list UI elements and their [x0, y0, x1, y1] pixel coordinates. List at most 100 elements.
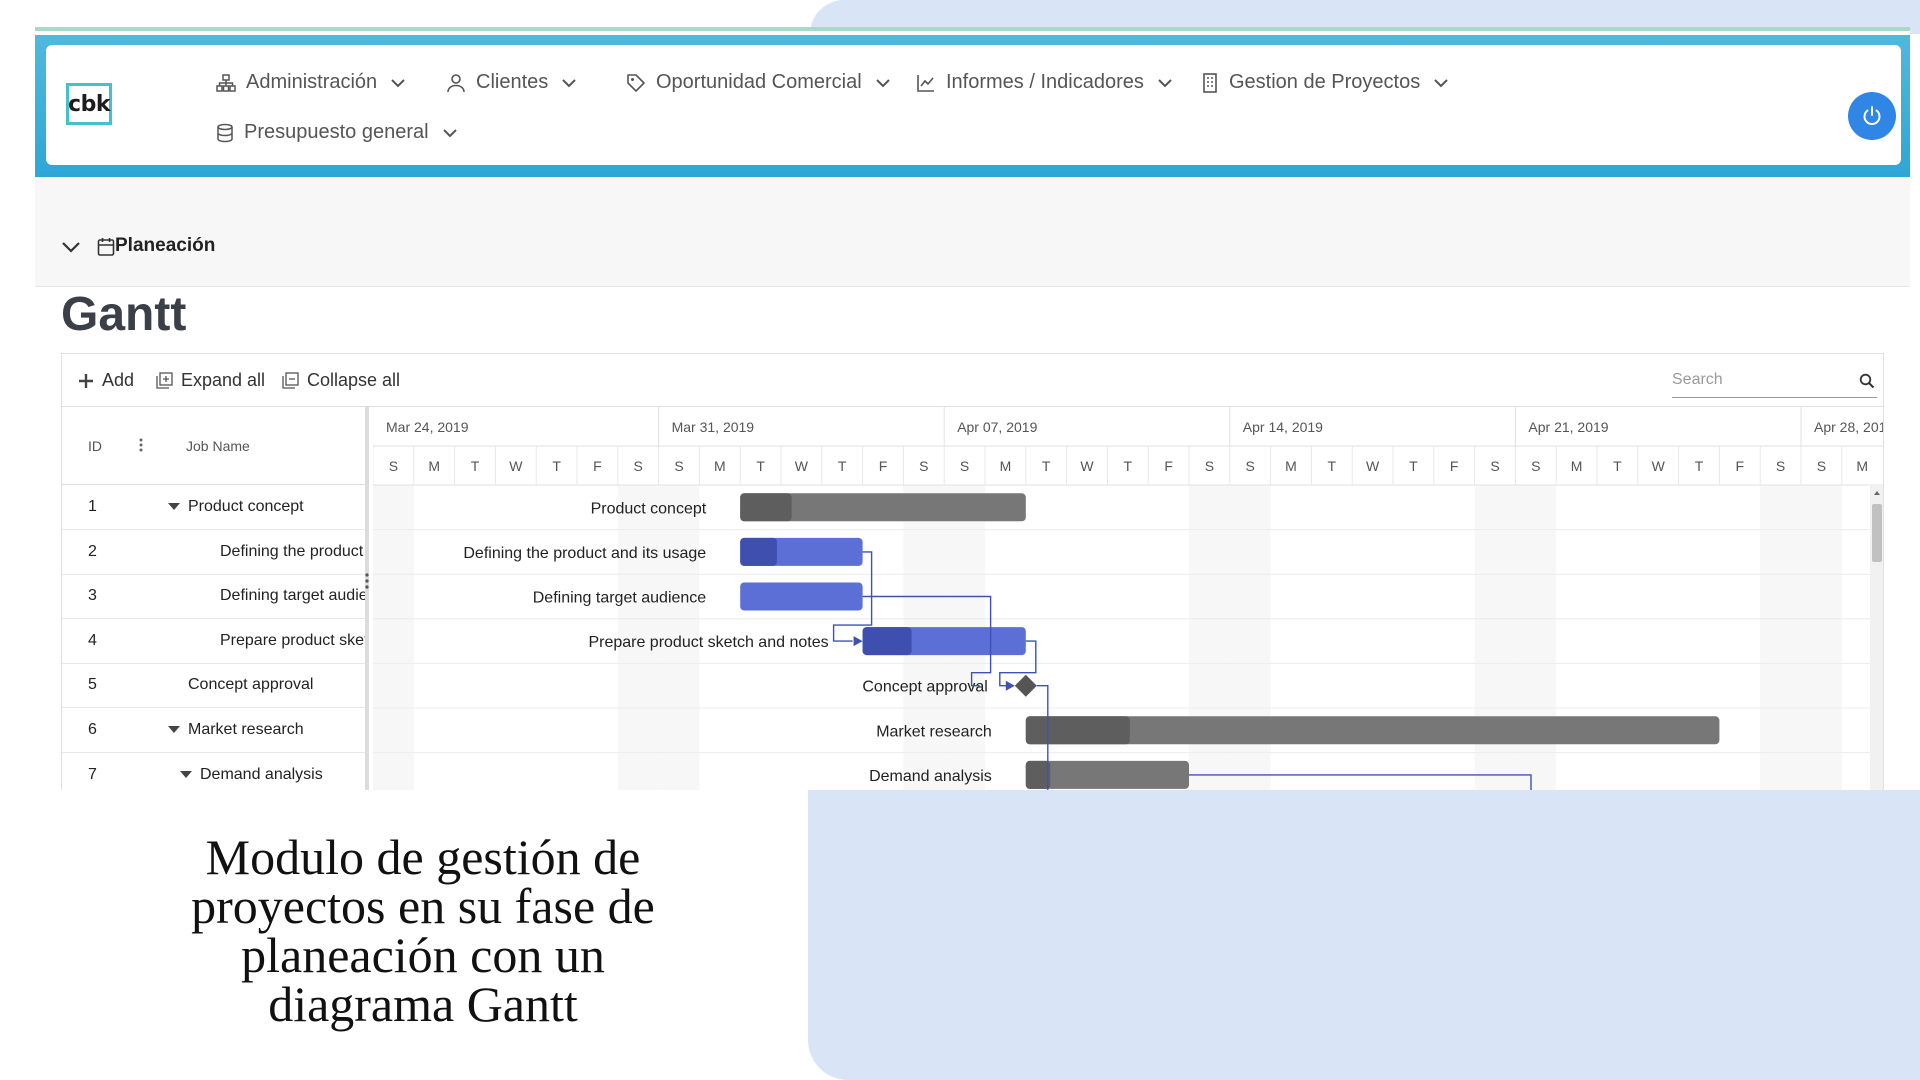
power-icon [1863, 106, 1881, 125]
splitter-handle-icon[interactable] [365, 572, 369, 590]
chevron-down-icon[interactable] [61, 240, 81, 254]
dependency-arrow [1005, 680, 1015, 691]
collapse-all-button[interactable]: Collapse all [282, 370, 400, 391]
nav-card: cbk Administración Clientes Oportunidad … [46, 45, 1901, 165]
day-label: S [389, 458, 398, 474]
row-job-name: Market research [188, 721, 304, 738]
gantt-component: Add Expand all Collapse all ID [61, 353, 1884, 790]
timeline-svg: Mar 24, 2019 Mar 31, 2019 Apr 07, 2019 Apr … [373, 407, 1883, 790]
column-header-job-name[interactable]: Job Name [186, 438, 250, 454]
row-job-name: Defining target audience [220, 587, 365, 605]
chevron-down-icon [875, 78, 890, 87]
timeline-chart: Mar 24, 2019 Mar 31, 2019 Apr 07, 2019 Apr … [373, 407, 1883, 790]
week-label: Mar 24, 2019 [386, 419, 469, 435]
day-label: F [593, 458, 602, 474]
day-label: T [838, 458, 847, 474]
nav-item-label: Oportunidad Comercial [656, 71, 862, 93]
vertical-scrollbar[interactable] [1870, 486, 1884, 790]
table-row[interactable]: 6 Market research [62, 708, 365, 753]
table-row[interactable]: 3 Defining target audience [62, 574, 365, 620]
search-box [1672, 364, 1877, 398]
sitemap-icon [216, 73, 236, 92]
tag-icon [627, 73, 645, 92]
day-label: F [1736, 458, 1745, 474]
task-label: Defining target audience [533, 590, 707, 607]
row-job-name: Concept approval [188, 676, 314, 694]
search-input[interactable] [1672, 364, 1852, 396]
task-label: Demand analysis [869, 768, 992, 785]
day-label: M [1000, 458, 1012, 474]
nav-item-label: Gestion de Proyectos [1229, 71, 1421, 93]
nav-item-presupuesto[interactable]: Presupuesto general [216, 121, 457, 144]
weekend-column [1760, 485, 1801, 790]
day-label: T [1695, 458, 1704, 474]
day-label: T [756, 458, 765, 474]
column-menu-icon[interactable] [138, 437, 144, 453]
week-label: Apr 14, 2019 [1243, 419, 1323, 435]
milestone-marker[interactable] [1014, 674, 1037, 697]
nav-item-label: Administración [246, 71, 378, 93]
table-row[interactable]: 1 Product concept [62, 485, 365, 530]
user-icon [447, 73, 465, 92]
day-label: T [552, 458, 561, 474]
chevron-down-icon [1158, 78, 1172, 87]
grid-header: ID Job Name [62, 407, 365, 485]
expand-caret-icon[interactable] [180, 770, 192, 778]
day-label: S [1490, 458, 1499, 474]
day-label: T [1124, 458, 1133, 474]
table-row[interactable]: 7 Demand analysis [62, 753, 365, 790]
chart-line-icon [917, 74, 934, 92]
chevron-down-icon [442, 128, 457, 137]
logo[interactable]: cbk [66, 83, 112, 125]
row-job-name: Product concept [188, 498, 304, 515]
plus-icon [79, 373, 93, 388]
power-button[interactable] [1848, 92, 1896, 140]
add-button[interactable]: Add [78, 370, 134, 391]
nav-bar: cbk Administración Clientes Oportunidad … [35, 35, 1910, 177]
caption-line-2: proyectos en su fase de [191, 878, 655, 934]
week-label: Apr 07, 2019 [957, 419, 1037, 435]
day-label: T [1328, 458, 1337, 474]
task-label: Prepare product sketch and notes [588, 634, 828, 651]
row-id: 5 [88, 676, 97, 694]
day-label: T [1409, 458, 1418, 474]
row-job-name: Defining the product and its usage [220, 542, 365, 560]
expand-caret-icon[interactable] [168, 503, 180, 510]
expand-caret-icon[interactable] [168, 726, 180, 733]
day-label: S [919, 458, 928, 474]
summary-bar[interactable] [1025, 760, 1189, 789]
day-label: S [1531, 458, 1540, 474]
row-job-name: Prepare product sketch and notes [220, 631, 365, 649]
row-id: 1 [88, 498, 97, 515]
day-label: M [714, 458, 726, 474]
nav-item-administracion[interactable]: Administración [216, 71, 405, 94]
day-label: S [634, 458, 643, 474]
nav-item-clientes[interactable]: Clientes [446, 71, 576, 94]
top-accent-line [35, 27, 1910, 31]
day-label: F [879, 458, 888, 474]
nav-item-informes[interactable]: Informes / Indicadores [916, 71, 1172, 94]
day-label: W [1366, 458, 1380, 474]
column-header-id[interactable]: ID [88, 438, 102, 454]
row-id: 2 [88, 542, 97, 560]
task-bar[interactable] [740, 582, 863, 611]
nav-item-oportunidad-comercial[interactable]: Oportunidad Comercial [626, 71, 890, 94]
expand-all-button[interactable]: Expand all [156, 370, 265, 391]
search-icon[interactable] [1859, 373, 1875, 389]
table-row[interactable]: 5 Concept approval [62, 663, 365, 709]
day-label: F [1164, 458, 1173, 474]
page-title: Gantt [61, 288, 187, 341]
chevron-down-icon [1434, 78, 1448, 87]
summary-bar[interactable] [1025, 716, 1720, 745]
progress-fill [1025, 716, 1130, 745]
table-row[interactable]: 4 Prepare product sketch and notes [62, 619, 365, 664]
day-label: T [1613, 458, 1622, 474]
caption-line-3: planeación con un [241, 927, 605, 983]
weekend-column [1801, 485, 1842, 790]
add-label: Add [102, 370, 135, 390]
nav-item-gestion-proyectos[interactable]: Gestion de Proyectos [1201, 71, 1448, 94]
app-screenshot: cbk Administración Clientes Oportunidad … [35, 27, 1910, 790]
day-label: M [1571, 458, 1583, 474]
table-row[interactable]: 2 Defining the product and its usage [62, 530, 365, 575]
progress-fill [1025, 760, 1051, 789]
